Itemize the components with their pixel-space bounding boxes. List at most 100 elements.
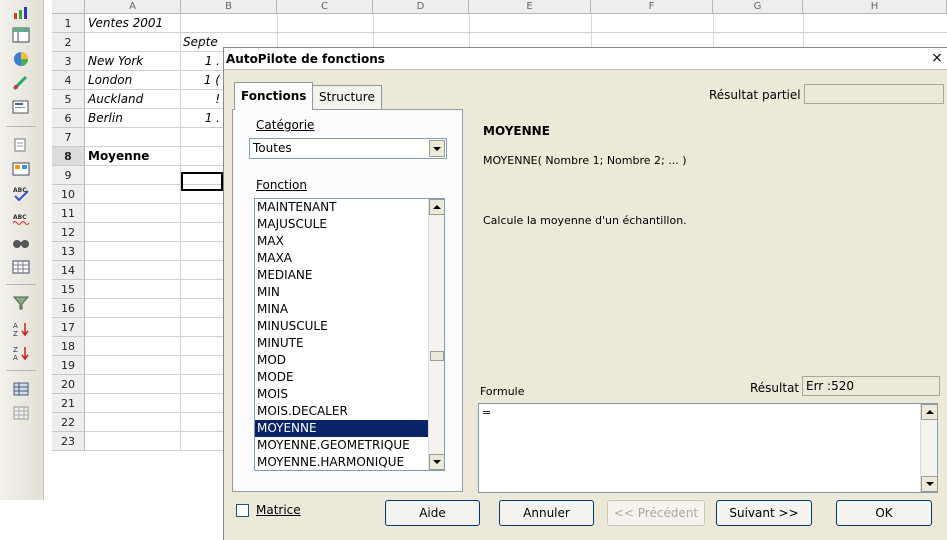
sort-descending-icon[interactable]: ZA	[9, 342, 33, 364]
cell-b[interactable]	[181, 337, 223, 356]
cell-a[interactable]	[85, 394, 181, 413]
list-item[interactable]: MOYENNE.GEOMETRIQUE	[255, 437, 444, 454]
row-header[interactable]: 2	[52, 33, 85, 52]
cell-a[interactable]	[85, 166, 181, 185]
cell-a[interactable]	[85, 356, 181, 375]
list-item[interactable]: MOIS.DECALER	[255, 403, 444, 420]
cell-b[interactable]	[181, 318, 223, 337]
cell-a[interactable]: New York	[85, 52, 181, 71]
cell-b[interactable]	[181, 356, 223, 375]
list-item[interactable]: MINUSCULE	[255, 318, 444, 335]
function-list-scrollbar[interactable]	[428, 199, 444, 470]
row-header[interactable]: 23	[52, 432, 85, 451]
row-header[interactable]: 15	[52, 280, 85, 299]
cell-a[interactable]: Moyenne	[85, 147, 181, 166]
scroll-up-icon[interactable]	[429, 199, 444, 215]
find-replace-icon[interactable]	[9, 232, 33, 254]
data-sources-icon[interactable]	[9, 378, 33, 400]
cell-a[interactable]	[85, 432, 181, 451]
row-header[interactable]: 14	[52, 261, 85, 280]
cell-a[interactable]	[85, 242, 181, 261]
cell-a[interactable]: Ventes 2001	[85, 14, 181, 33]
cell-a[interactable]	[85, 204, 181, 223]
list-item[interactable]: MINUTE	[255, 335, 444, 352]
insert-object-icon[interactable]	[9, 96, 33, 118]
cell-a[interactable]	[85, 299, 181, 318]
list-item[interactable]: MODE	[255, 369, 444, 386]
row-header[interactable]: 18	[52, 337, 85, 356]
list-item[interactable]: MINA	[255, 301, 444, 318]
cell-a[interactable]: Auckland	[85, 90, 181, 109]
column-header-f[interactable]: F	[591, 0, 713, 14]
tab-structure[interactable]: Structure	[312, 85, 382, 109]
cell-b[interactable]	[181, 204, 223, 223]
row-header[interactable]: 10	[52, 185, 85, 204]
gallery-icon[interactable]	[9, 256, 33, 278]
active-cell-b8[interactable]	[181, 172, 223, 191]
function-listbox[interactable]: MAINTENANT MAJUSCULE MAX MAXA MEDIANE MIN MINA…	[254, 198, 445, 471]
data-pilot-icon[interactable]	[9, 24, 33, 46]
column-header-b[interactable]: B	[181, 0, 277, 14]
list-item[interactable]: MAINTENANT	[255, 199, 444, 216]
row-header[interactable]: 7	[52, 128, 85, 147]
cell-b[interactable]	[181, 394, 223, 413]
dialog-titlebar[interactable]: AutoPilote de fonctions ×	[224, 48, 947, 70]
filter-icon[interactable]	[9, 292, 33, 314]
scroll-thumb[interactable]	[430, 351, 444, 361]
cell-b[interactable]: 1 .	[181, 109, 223, 128]
cell-a[interactable]	[85, 185, 181, 204]
tab-functions[interactable]: Fonctions	[234, 82, 314, 110]
array-checkbox[interactable]	[236, 504, 249, 517]
list-item[interactable]: MIN	[255, 284, 444, 301]
cell-b[interactable]	[181, 223, 223, 242]
row-header[interactable]: 16	[52, 299, 85, 318]
cell-a[interactable]	[85, 337, 181, 356]
cell-a[interactable]	[85, 413, 181, 432]
list-item[interactable]: MOIS	[255, 386, 444, 403]
table-grid-icon[interactable]	[9, 402, 33, 424]
list-item[interactable]: MOD	[255, 352, 444, 369]
formula-scroll-up-icon[interactable]	[921, 404, 938, 420]
row-header[interactable]: 17	[52, 318, 85, 337]
list-item[interactable]: MAJUSCULE	[255, 216, 444, 233]
spellcheck-icon[interactable]: ABC	[9, 182, 33, 204]
spelling-icon[interactable]	[9, 134, 33, 156]
cell-a[interactable]	[85, 223, 181, 242]
chevron-down-icon[interactable]	[429, 140, 445, 157]
pie-chart-icon[interactable]	[9, 48, 33, 70]
row-header[interactable]: 11	[52, 204, 85, 223]
row-header[interactable]: 3	[52, 52, 85, 71]
cell-b[interactable]	[181, 128, 223, 147]
row-header[interactable]: 20	[52, 375, 85, 394]
formula-textarea[interactable]: =	[478, 403, 938, 493]
cell-b[interactable]: 1 (	[181, 71, 223, 90]
column-header-a[interactable]: A	[85, 0, 181, 14]
cell-b[interactable]	[181, 299, 223, 318]
row-header[interactable]: 22	[52, 413, 85, 432]
help-button[interactable]: Aide	[385, 500, 480, 526]
category-dropdown[interactable]: Toutes	[249, 138, 447, 159]
close-icon[interactable]: ×	[929, 50, 945, 66]
column-header-d[interactable]: D	[373, 0, 469, 14]
cell-b[interactable]: 1 .	[181, 52, 223, 71]
cell-b[interactable]	[181, 14, 223, 33]
cell-a[interactable]: London	[85, 71, 181, 90]
cell-a[interactable]	[85, 280, 181, 299]
cell-a[interactable]: Berlin	[85, 109, 181, 128]
navigator-icon[interactable]	[9, 158, 33, 180]
column-header-h[interactable]: H	[803, 0, 947, 14]
formula-scroll-down-icon[interactable]	[921, 476, 938, 492]
sort-ascending-icon[interactable]: AZ	[9, 318, 33, 340]
cell-b[interactable]	[181, 413, 223, 432]
list-item[interactable]: MAXA	[255, 250, 444, 267]
list-item[interactable]: MOYENNE.HARMONIQUE	[255, 454, 444, 470]
cell-b[interactable]	[181, 280, 223, 299]
row-header[interactable]: 1	[52, 14, 85, 33]
list-item[interactable]: MAX	[255, 233, 444, 250]
column-header-g[interactable]: G	[713, 0, 803, 14]
cell-b[interactable]: !	[181, 90, 223, 109]
list-item[interactable]: MEDIANE	[255, 267, 444, 284]
select-all-corner[interactable]	[52, 0, 85, 14]
row-header[interactable]: 8	[52, 147, 85, 166]
cell-b[interactable]	[181, 375, 223, 394]
